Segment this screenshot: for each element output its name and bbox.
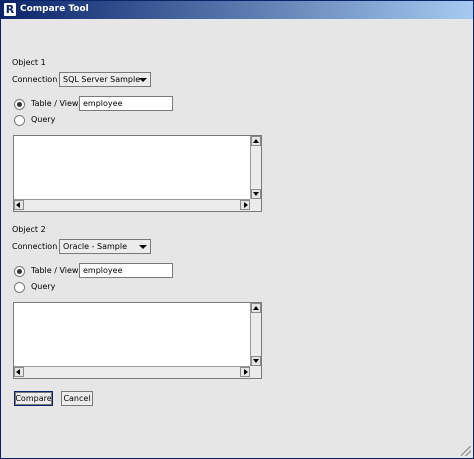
object2-query-radio[interactable]: [14, 282, 25, 293]
app-icon: R: [4, 3, 16, 16]
object1-vertical-scrollbar[interactable]: [250, 136, 261, 199]
object1-connection-select[interactable]: SQL Server Sample: [59, 72, 151, 87]
object2-vertical-scrollbar[interactable]: [250, 303, 261, 366]
scroll-corner: [250, 199, 261, 211]
compare-tool-window: R Compare Tool Object 1 Connection SQL S…: [0, 0, 474, 459]
object2-connection-label: Connection: [12, 242, 58, 251]
object2-table-view-input[interactable]: [79, 263, 173, 278]
object1-connection-value: SQL Server Sample: [63, 75, 141, 84]
object1-query-radio[interactable]: [14, 115, 25, 126]
object2-table-view-radio[interactable]: [14, 266, 25, 277]
chevron-down-icon: [139, 245, 147, 249]
window-title: Compare Tool: [20, 4, 89, 14]
object1-table-view-radio[interactable]: [14, 99, 25, 110]
object1-query-label: Query: [31, 115, 56, 124]
object1-query-textarea[interactable]: [13, 135, 262, 212]
object1-heading: Object 1: [12, 58, 46, 67]
object1-table-view-label: Table / View: [31, 99, 79, 108]
title-bar[interactable]: R Compare Tool: [1, 1, 473, 19]
scroll-down-icon[interactable]: [251, 189, 261, 199]
scroll-right-icon[interactable]: [240, 367, 250, 377]
object1-table-view-input[interactable]: [79, 96, 173, 111]
chevron-down-icon: [139, 78, 147, 82]
object2-query-label: Query: [31, 282, 56, 291]
resize-grip-icon[interactable]: [461, 446, 471, 456]
scroll-left-icon[interactable]: [14, 367, 24, 377]
scroll-corner: [250, 366, 261, 378]
compare-button[interactable]: Compare: [14, 391, 53, 406]
scroll-right-icon[interactable]: [240, 200, 250, 210]
object2-connection-select[interactable]: Oracle - Sample: [59, 239, 151, 254]
cancel-button[interactable]: Cancel: [61, 391, 93, 406]
dialog-body: Object 1 Connection SQL Server Sample Ta…: [1, 19, 473, 458]
object2-horizontal-scrollbar[interactable]: [14, 366, 250, 378]
object1-horizontal-scrollbar[interactable]: [14, 199, 250, 211]
scroll-up-icon[interactable]: [251, 303, 261, 313]
scroll-down-icon[interactable]: [251, 356, 261, 366]
object2-heading: Object 2: [12, 225, 46, 234]
object1-connection-label: Connection: [12, 75, 58, 84]
object2-connection-value: Oracle - Sample: [63, 242, 127, 251]
object2-table-view-label: Table / View: [31, 266, 79, 275]
scroll-left-icon[interactable]: [14, 200, 24, 210]
object2-query-textarea[interactable]: [13, 302, 262, 379]
scroll-up-icon[interactable]: [251, 136, 261, 146]
